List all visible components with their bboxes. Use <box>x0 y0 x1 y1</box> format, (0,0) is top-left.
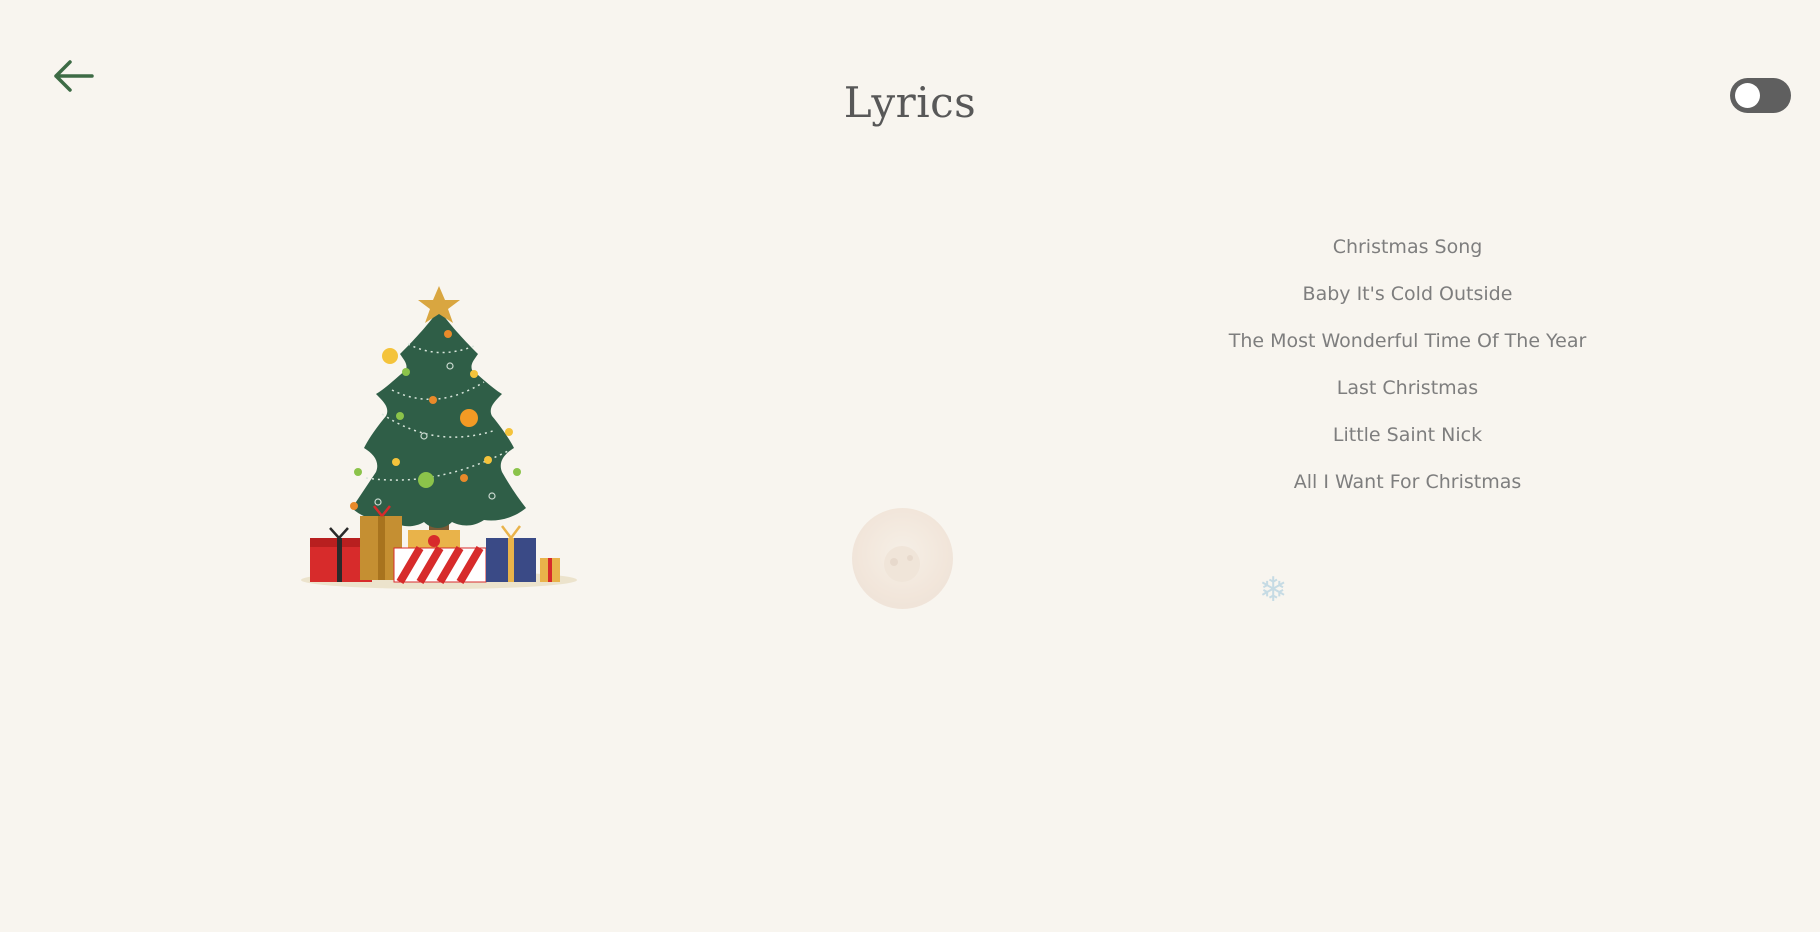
page-title: Lyrics <box>843 78 977 127</box>
song-item[interactable]: Little Saint Nick <box>1180 414 1635 461</box>
ornament-icon <box>852 508 953 609</box>
song-list: Christmas Song Baby It's Cold Outside Th… <box>1180 226 1635 508</box>
christmas-tree-illustration <box>296 282 581 592</box>
snowflake-icon: ❄ <box>1258 570 1288 610</box>
song-item[interactable]: The Most Wonderful Time Of The Year <box>1180 320 1635 367</box>
toggle-knob <box>1735 83 1760 108</box>
song-item[interactable]: Last Christmas <box>1180 367 1635 414</box>
ornament-icon-graphic <box>884 546 920 582</box>
song-item[interactable]: Baby It's Cold Outside <box>1180 273 1635 320</box>
song-item[interactable]: Christmas Song <box>1180 226 1635 273</box>
christmas-tree-icon <box>301 286 577 589</box>
song-item[interactable]: All I Want For Christmas <box>1180 461 1635 508</box>
theme-toggle[interactable] <box>1730 78 1791 113</box>
